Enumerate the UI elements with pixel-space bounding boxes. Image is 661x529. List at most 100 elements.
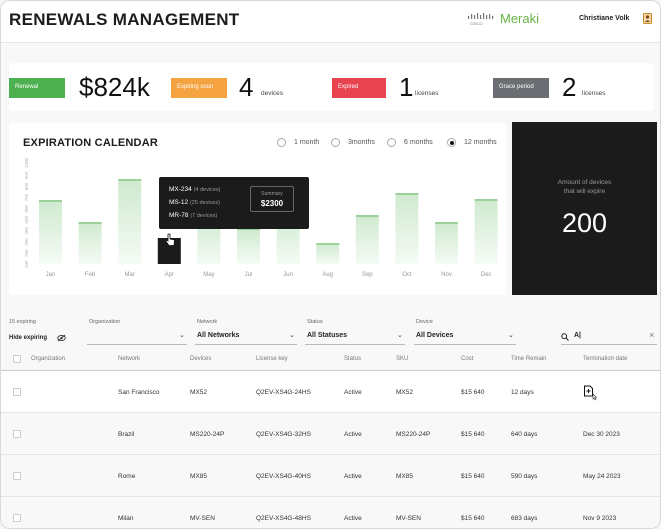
network-select[interactable]: All Networks ⌄ [195, 328, 297, 345]
chevron-down-icon: ⌄ [397, 332, 403, 339]
x-tick-label: Nov [441, 272, 452, 278]
status-cell: Active [344, 473, 362, 480]
bar-aug[interactable] [316, 243, 340, 264]
cost-cell: $15 640 [461, 473, 485, 480]
select-all-checkbox[interactable] [13, 355, 21, 363]
cisco-meraki-logo: CISCO Meraki [467, 11, 539, 26]
y-tick-label: 200 [24, 249, 29, 257]
time-remain-cell: 12 days [511, 389, 534, 396]
license-key-cell: Q2EV-XS4G-24HS [256, 389, 311, 396]
network-cell: Rome [118, 473, 136, 480]
app-frame: RENEWALS MANAGEMENT CISCO Meraki Christi… [0, 0, 661, 529]
column-header[interactable]: Time Remain [511, 356, 546, 362]
column-header[interactable]: Status [344, 356, 361, 362]
devices-card-label-line: that will expire [563, 188, 606, 195]
y-tick-label: 400 [24, 227, 29, 235]
x-tick-label: Oct [402, 272, 412, 278]
column-header[interactable]: SKU [396, 356, 408, 362]
bar-cap [118, 179, 142, 181]
user-name[interactable]: Christiane Volk [579, 15, 629, 22]
status-cell: Active [344, 515, 362, 522]
renewal-badge: Renewal [9, 78, 65, 98]
renewal-value: $824k [79, 72, 150, 102]
x-tick-label: Jan [46, 272, 56, 278]
column-header[interactable]: Devices [190, 356, 211, 362]
network-cell: Brazil [118, 431, 135, 438]
row-checkbox[interactable] [13, 514, 21, 522]
bar-cap [355, 215, 379, 217]
close-icon[interactable]: × [649, 330, 654, 340]
bar-oct[interactable] [395, 193, 419, 264]
y-tick-label: 800 [24, 182, 29, 190]
network-value: All Networks [197, 332, 240, 339]
expired-badge: Expired [332, 78, 386, 98]
column-header[interactable]: Network [118, 356, 140, 362]
chart-tooltip: MX-234 (4 devices) MS-12 (25 devices) MR… [159, 177, 309, 229]
network-cell: San Francisco [118, 389, 160, 396]
table-row[interactable]: San Francisco MX52 Q2EV-XS4G-24HS Active… [1, 371, 660, 413]
bar-nov[interactable] [435, 222, 458, 264]
devices-card-value: 200 [561, 208, 608, 238]
expired-value: 1 [399, 72, 414, 102]
status-value: All Statuses [307, 332, 348, 339]
cost-cell: $15 640 [461, 515, 485, 522]
chevron-down-icon: ⌄ [179, 332, 185, 339]
x-tick-label: Jul [245, 272, 253, 278]
page-title: RENEWALS MANAGEMENT [9, 10, 240, 29]
time-remain-cell: 640 days [511, 431, 538, 438]
bar-sep[interactable] [355, 215, 379, 264]
status-select[interactable]: All Statuses ⌄ [305, 328, 405, 345]
x-tick-label: Feb [85, 272, 96, 278]
bar-dec[interactable] [474, 199, 498, 264]
bar-cap [474, 199, 498, 201]
license-key-cell: Q2EV-XS4G-40HS [256, 473, 311, 480]
expiring-soon-value: 4 [239, 72, 254, 102]
x-tick-label: Aug [322, 272, 333, 278]
status-filter-label: Status [307, 319, 323, 325]
time-remain-cell: 683 days [511, 515, 538, 522]
eye-off-icon[interactable] [57, 334, 66, 342]
network-cell: Milan [118, 515, 134, 522]
table-row[interactable]: Brazil MS220-24P Q2EV-XS4G-32HS Active M… [1, 413, 660, 455]
y-tick-label: 900 [24, 171, 29, 179]
x-tick-label: Mar [125, 272, 135, 278]
expiring-soon-badge: Expiring soon [171, 78, 227, 98]
hide-expiring-toggle[interactable]: Hide expiring [9, 335, 47, 341]
summary-label: Summary [261, 191, 283, 197]
x-tick-label: Apr [165, 272, 174, 278]
devices-expiring-card: Amount of devices that will expire 200 [512, 122, 657, 295]
bar-cap [395, 193, 419, 195]
column-header[interactable]: Organization [31, 356, 65, 362]
expired-unit: licenses [415, 90, 439, 97]
table-row[interactable]: Rome MX85 Q2EV-XS4G-40HS Active MX85 $15… [1, 455, 660, 497]
license-key-cell: Q2EV-XS4G-32HS [256, 431, 311, 438]
cisco-logo-icon: CISCO [468, 12, 494, 26]
column-header[interactable]: Cost [461, 356, 473, 362]
organization-select[interactable]: ⌄ [87, 328, 187, 345]
bar-mar[interactable] [118, 179, 142, 264]
column-header[interactable]: Termination date [583, 356, 627, 362]
bar-feb[interactable] [78, 222, 102, 264]
y-tick-label: 1000 [24, 157, 29, 168]
device-select[interactable]: All Devices ⌄ [414, 328, 516, 345]
grace-period-badge: Grace period [493, 78, 549, 98]
row-checkbox[interactable] [13, 430, 21, 438]
svg-text:CISCO: CISCO [470, 21, 483, 26]
add-document-icon[interactable] [583, 385, 601, 401]
bar-jul[interactable] [237, 228, 260, 264]
column-header[interactable]: License key [256, 356, 288, 362]
chevron-down-icon: ⌄ [508, 332, 514, 339]
termination-date-cell: Dec 30 2023 [583, 431, 620, 438]
summary-value: $2300 [260, 199, 284, 208]
bar-jan[interactable] [39, 200, 62, 264]
row-checkbox[interactable] [13, 472, 21, 480]
table-row[interactable]: Milan MV-SEN Q2EV-XS4G-48HS Active MV-SE… [1, 497, 660, 528]
device-filter-label: Device [416, 319, 433, 325]
search-input[interactable]: A| × [561, 328, 657, 345]
devices-card-label: Amount of devices that will expire [512, 178, 657, 196]
license-key-cell: Q2EV-XS4G-48HS [256, 515, 311, 522]
device-cell: MV-SEN [190, 515, 215, 522]
expiring-soon-unit: devices [261, 90, 284, 97]
user-icon[interactable] [643, 13, 652, 24]
row-checkbox[interactable] [13, 388, 21, 396]
